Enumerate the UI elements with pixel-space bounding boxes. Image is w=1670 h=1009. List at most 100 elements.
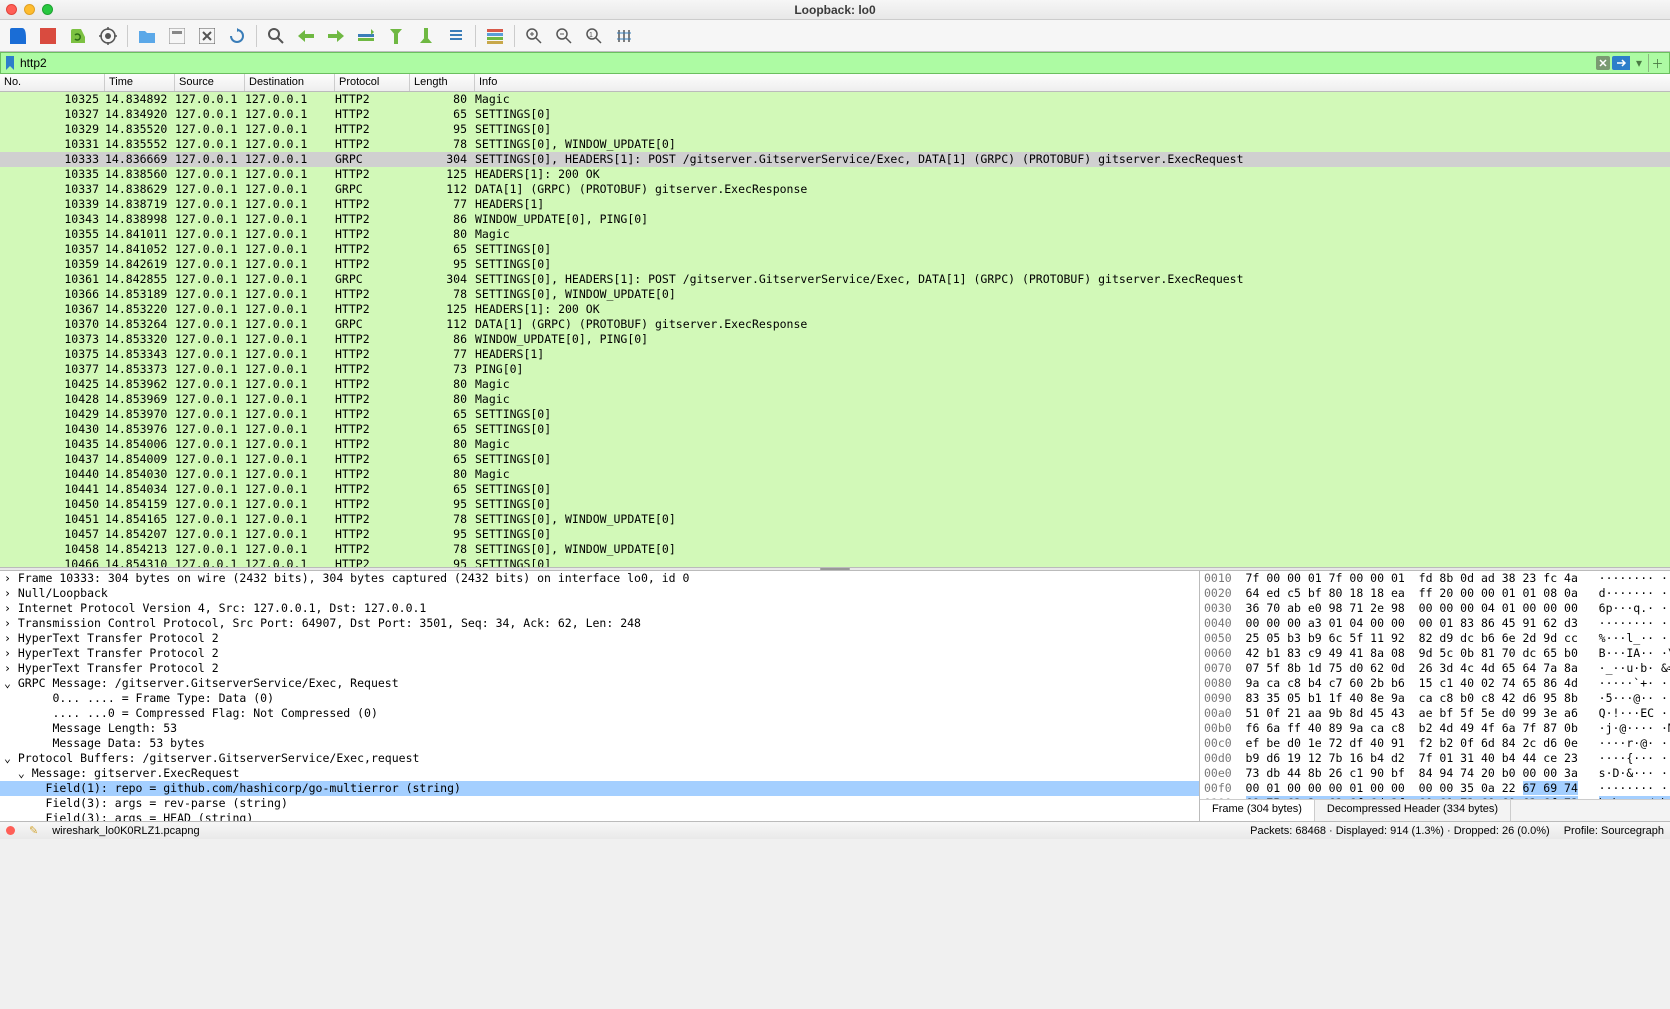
- zoom-out-button[interactable]: [550, 23, 578, 49]
- packet-row[interactable]: 1033114.835552127.0.0.1127.0.0.1HTTP278S…: [0, 137, 1670, 152]
- tree-node[interactable]: 0... .... = Frame Type: Data (0): [0, 691, 1199, 706]
- tree-node[interactable]: Message Length: 53: [0, 721, 1199, 736]
- packet-row[interactable]: 1036614.853189127.0.0.1127.0.0.1HTTP278S…: [0, 287, 1670, 302]
- column-time[interactable]: Time: [105, 74, 175, 91]
- zoom-in-button[interactable]: [520, 23, 548, 49]
- tree-node[interactable]: › Frame 10333: 304 bytes on wire (2432 b…: [0, 571, 1199, 586]
- packet-row[interactable]: 1033514.838560127.0.0.1127.0.0.1HTTP2125…: [0, 167, 1670, 182]
- go-forward-button[interactable]: [322, 23, 350, 49]
- tree-node[interactable]: › Null/Loopback: [0, 586, 1199, 601]
- display-filter-input[interactable]: [18, 55, 1594, 71]
- packet-row[interactable]: 1032914.835520127.0.0.1127.0.0.1HTTP295S…: [0, 122, 1670, 137]
- hex-line[interactable]: 0010 7f 00 00 01 7f 00 00 01 fd 8b 0d ad…: [1200, 571, 1670, 586]
- hex-line[interactable]: 0050 25 05 b3 b9 6c 5f 11 92 82 d9 dc b6…: [1200, 631, 1670, 646]
- window-minimize-button[interactable]: [24, 4, 35, 15]
- packet-row[interactable]: 1037014.853264127.0.0.1127.0.0.1GRPC112D…: [0, 317, 1670, 332]
- tree-node[interactable]: Field(3): args = HEAD (string): [0, 811, 1199, 821]
- packet-row[interactable]: 1043514.854006127.0.0.1127.0.0.1HTTP280M…: [0, 437, 1670, 452]
- window-close-button[interactable]: [6, 4, 17, 15]
- packet-row[interactable]: 1043714.854009127.0.0.1127.0.0.1HTTP265S…: [0, 452, 1670, 467]
- tree-node[interactable]: › HyperText Transfer Protocol 2: [0, 646, 1199, 661]
- reload-button[interactable]: [223, 23, 251, 49]
- packet-row[interactable]: 1037714.853373127.0.0.1127.0.0.1HTTP273P…: [0, 362, 1670, 377]
- tree-node[interactable]: › HyperText Transfer Protocol 2: [0, 661, 1199, 676]
- packet-details-tree[interactable]: › Frame 10333: 304 bytes on wire (2432 b…: [0, 571, 1200, 821]
- packet-row[interactable]: 1036714.853220127.0.0.1127.0.0.1HTTP2125…: [0, 302, 1670, 317]
- edit-icon[interactable]: ✎: [29, 824, 38, 837]
- hex-line[interactable]: 00f0 00 01 00 00 00 01 00 00 00 00 35 0a…: [1200, 781, 1670, 796]
- packet-row[interactable]: 1046614.854310127.0.0.1127.0.0.1HTTP295S…: [0, 557, 1670, 567]
- packet-row[interactable]: 1037514.853343127.0.0.1127.0.0.1HTTP277H…: [0, 347, 1670, 362]
- hex-dump[interactable]: 0010 7f 00 00 01 7f 00 00 01 fd 8b 0d ad…: [1200, 571, 1670, 799]
- start-capture-button[interactable]: [4, 23, 32, 49]
- hex-tab-frame[interactable]: Frame (304 bytes): [1200, 800, 1315, 821]
- packet-row[interactable]: 1035514.841011127.0.0.1127.0.0.1HTTP280M…: [0, 227, 1670, 242]
- tree-node[interactable]: Field(3): args = rev-parse (string): [0, 796, 1199, 811]
- close-file-button[interactable]: [193, 23, 221, 49]
- hex-line[interactable]: 0060 42 b1 83 c9 49 41 8a 08 9d 5c 0b 81…: [1200, 646, 1670, 661]
- hex-line[interactable]: 00c0 ef be d0 1e 72 df 40 91 f2 b2 0f 6d…: [1200, 736, 1670, 751]
- stop-capture-button[interactable]: [34, 23, 62, 49]
- packet-row[interactable]: 1044014.854030127.0.0.1127.0.0.1HTTP280M…: [0, 467, 1670, 482]
- packet-row[interactable]: 1042814.853969127.0.0.1127.0.0.1HTTP280M…: [0, 392, 1670, 407]
- auto-scroll-button[interactable]: [442, 23, 470, 49]
- tree-node[interactable]: › Internet Protocol Version 4, Src: 127.…: [0, 601, 1199, 616]
- hex-line[interactable]: 00b0 f6 6a ff 40 89 9a ca c8 b2 4d 49 4f…: [1200, 721, 1670, 736]
- packet-row[interactable]: 1035714.841052127.0.0.1127.0.0.1HTTP265S…: [0, 242, 1670, 257]
- packet-row[interactable]: 1042914.853970127.0.0.1127.0.0.1HTTP265S…: [0, 407, 1670, 422]
- go-to-packet-button[interactable]: [352, 23, 380, 49]
- column-info[interactable]: Info: [475, 74, 1670, 91]
- tree-node[interactable]: .... ...0 = Compressed Flag: Not Compres…: [0, 706, 1199, 721]
- packet-row[interactable]: 1037314.853320127.0.0.1127.0.0.1HTTP286W…: [0, 332, 1670, 347]
- window-maximize-button[interactable]: [42, 4, 53, 15]
- save-file-button[interactable]: [163, 23, 191, 49]
- hex-line[interactable]: 0040 00 00 00 a3 01 04 00 00 00 01 83 86…: [1200, 616, 1670, 631]
- packet-row[interactable]: 1035914.842619127.0.0.1127.0.0.1HTTP295S…: [0, 257, 1670, 272]
- tree-node[interactable]: ⌄ GRPC Message: /gitserver.GitserverServ…: [0, 676, 1199, 691]
- packet-row[interactable]: 1045714.854207127.0.0.1127.0.0.1HTTP295S…: [0, 527, 1670, 542]
- column-length[interactable]: Length: [410, 74, 475, 91]
- packet-row[interactable]: 1032714.834920127.0.0.1127.0.0.1HTTP265S…: [0, 107, 1670, 122]
- packet-row[interactable]: 1045114.854165127.0.0.1127.0.0.1HTTP278S…: [0, 512, 1670, 527]
- packet-row[interactable]: 1043014.853976127.0.0.1127.0.0.1HTTP265S…: [0, 422, 1670, 437]
- go-last-button[interactable]: [412, 23, 440, 49]
- open-file-button[interactable]: [133, 23, 161, 49]
- tree-node[interactable]: Message Data: 53 bytes: [0, 736, 1199, 751]
- column-destination[interactable]: Destination: [245, 74, 335, 91]
- hex-line[interactable]: 0070 07 5f 8b 1d 75 d0 62 0d 26 3d 4c 4d…: [1200, 661, 1670, 676]
- packet-row[interactable]: 1036114.842855127.0.0.1127.0.0.1GRPC304S…: [0, 272, 1670, 287]
- filter-clear-button[interactable]: [1594, 54, 1612, 72]
- zoom-reset-button[interactable]: 1: [580, 23, 608, 49]
- filter-add-button[interactable]: ＋: [1648, 54, 1666, 72]
- tree-node[interactable]: ⌄ Message: gitserver.ExecRequest: [0, 766, 1199, 781]
- hex-line[interactable]: 00e0 73 db 44 8b 26 c1 90 bf 84 94 74 20…: [1200, 766, 1670, 781]
- filter-bookmark-icon[interactable]: [4, 56, 16, 70]
- tree-node[interactable]: › Transmission Control Protocol, Src Por…: [0, 616, 1199, 631]
- restart-capture-button[interactable]: [64, 23, 92, 49]
- go-first-button[interactable]: [382, 23, 410, 49]
- filter-apply-button[interactable]: [1612, 54, 1630, 72]
- packet-row[interactable]: 1032514.834892127.0.0.1127.0.0.1HTTP280M…: [0, 92, 1670, 107]
- column-protocol[interactable]: Protocol: [335, 74, 410, 91]
- packet-row[interactable]: 1045014.854159127.0.0.1127.0.0.1HTTP295S…: [0, 497, 1670, 512]
- column-source[interactable]: Source: [175, 74, 245, 91]
- tree-node[interactable]: Field(1): repo = github.com/hashicorp/go…: [0, 781, 1199, 796]
- packet-row[interactable]: 1033914.838719127.0.0.1127.0.0.1HTTP277H…: [0, 197, 1670, 212]
- packet-row[interactable]: 1034314.838998127.0.0.1127.0.0.1HTTP286W…: [0, 212, 1670, 227]
- hex-line[interactable]: 00d0 b9 d6 19 12 7b 16 b4 d2 7f 01 31 40…: [1200, 751, 1670, 766]
- packet-row[interactable]: 1045814.854213127.0.0.1127.0.0.1HTTP278S…: [0, 542, 1670, 557]
- resize-columns-button[interactable]: [610, 23, 638, 49]
- packet-row[interactable]: 1042514.853962127.0.0.1127.0.0.1HTTP280M…: [0, 377, 1670, 392]
- hex-line[interactable]: 00a0 51 0f 21 aa 9b 8d 45 43 ae bf 5f 5e…: [1200, 706, 1670, 721]
- colorize-button[interactable]: [481, 23, 509, 49]
- find-packet-button[interactable]: [262, 23, 290, 49]
- hex-line[interactable]: 0020 64 ed c5 bf 80 18 18 ea ff 20 00 00…: [1200, 586, 1670, 601]
- expert-info-icon[interactable]: [6, 826, 15, 835]
- go-back-button[interactable]: [292, 23, 320, 49]
- tree-node[interactable]: ⌄ Protocol Buffers: /gitserver.Gitserver…: [0, 751, 1199, 766]
- hex-line[interactable]: 0030 36 70 ab e0 98 71 2e 98 00 00 00 04…: [1200, 601, 1670, 616]
- hex-line[interactable]: 0090 83 35 05 b1 1f 40 8e 9a ca c8 b0 c8…: [1200, 691, 1670, 706]
- packet-row[interactable]: 1033714.838629127.0.0.1127.0.0.1GRPC112D…: [0, 182, 1670, 197]
- tree-node[interactable]: › HyperText Transfer Protocol 2: [0, 631, 1199, 646]
- filter-history-dropdown[interactable]: ▾: [1630, 54, 1648, 72]
